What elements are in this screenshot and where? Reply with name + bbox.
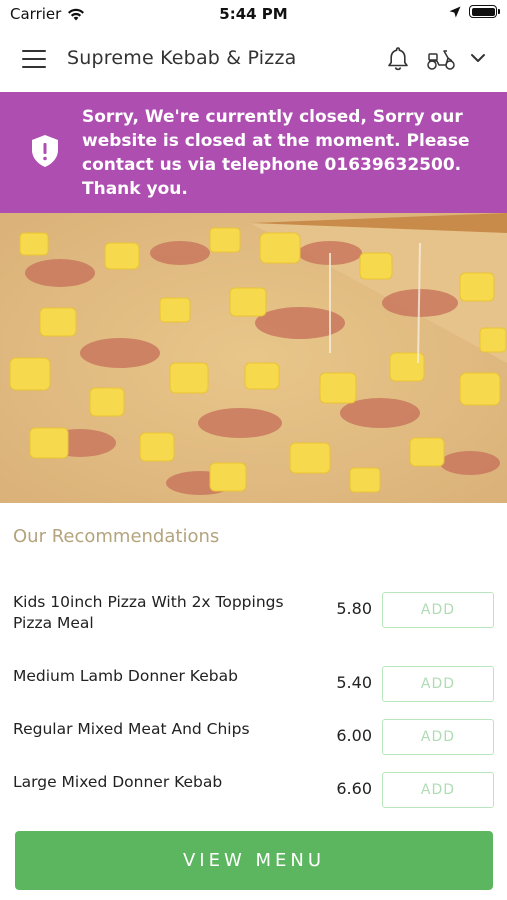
item-name: Medium Lamb Donner Kebab	[13, 667, 238, 685]
status-right	[449, 5, 500, 18]
chevron-down-icon[interactable]	[469, 49, 487, 67]
battery-icon	[469, 5, 500, 18]
item-price: 6.00	[336, 726, 372, 745]
add-button[interactable]: ADD	[382, 666, 494, 702]
app-header: Supreme Kebab & Pizza	[0, 28, 507, 92]
item-price: 5.40	[336, 673, 372, 692]
restaurant-title: Supreme Kebab & Pizza	[67, 47, 297, 69]
add-button[interactable]: ADD	[382, 719, 494, 755]
menu-icon[interactable]	[22, 50, 46, 68]
add-button[interactable]: ADD	[382, 772, 494, 808]
pizza-illustration	[0, 213, 507, 503]
view-menu-button[interactable]: VIEW MENU	[15, 831, 493, 890]
closed-message: Sorry, We're currently closed, Sorry our…	[82, 107, 470, 199]
item-price: 5.80	[336, 599, 372, 618]
item-name: Regular Mixed Meat And Chips	[13, 720, 250, 738]
status-bar: Carrier 5:44 PM	[0, 0, 507, 28]
recommendations-title: Our Recommendations	[13, 526, 220, 547]
scooter-icon[interactable]	[426, 46, 456, 72]
status-time: 5:44 PM	[219, 5, 288, 23]
location-arrow-icon	[449, 6, 461, 17]
add-button[interactable]: ADD	[382, 592, 494, 628]
pizza-photo	[0, 213, 507, 503]
item-price: 6.60	[336, 779, 372, 798]
bell-icon[interactable]	[384, 45, 412, 73]
shield-alert-icon	[32, 135, 58, 167]
item-name: Large Mixed Donner Kebab	[13, 773, 223, 791]
item-name: Kids 10inch Pizza With 2x Toppings Pizza…	[13, 593, 284, 632]
closed-banner: Sorry, We're currently closed, Sorry our…	[0, 92, 507, 213]
